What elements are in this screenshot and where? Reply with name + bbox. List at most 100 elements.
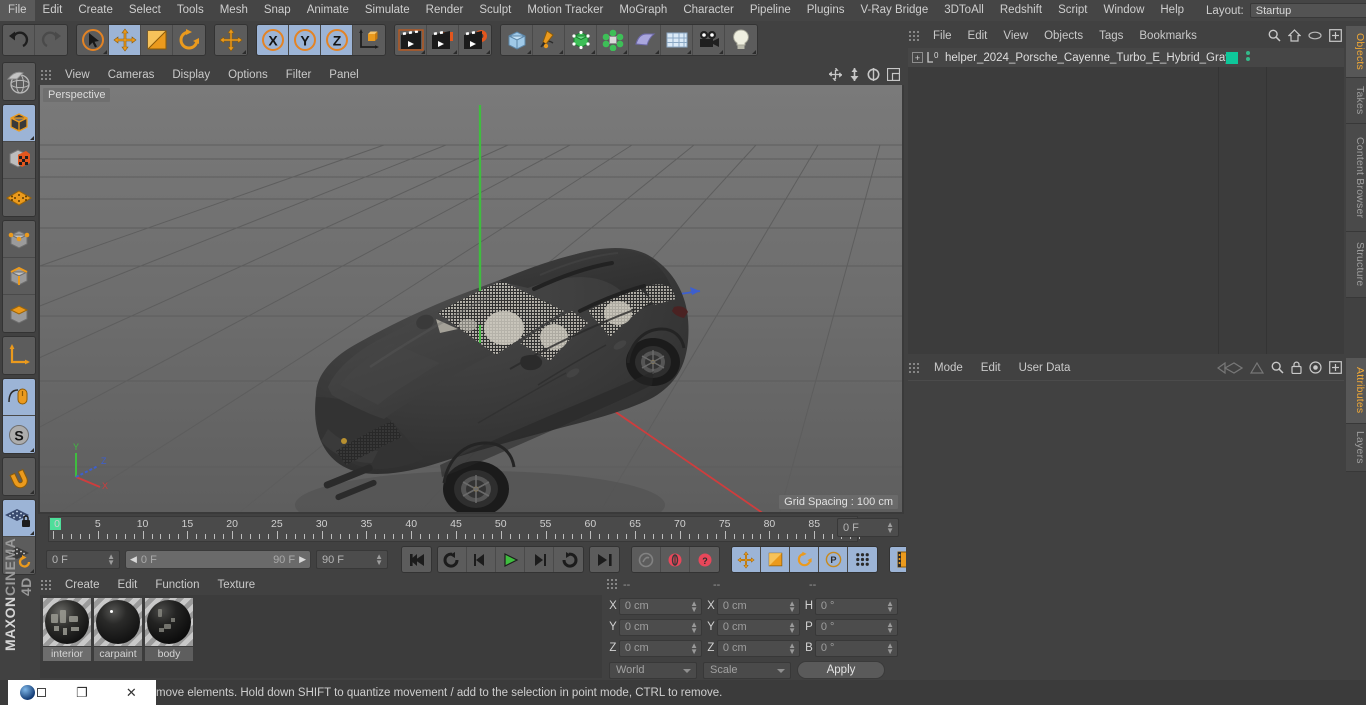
lock-y-axis[interactable]: Y — [289, 25, 321, 55]
menu-item-script[interactable]: Script — [1050, 0, 1095, 21]
coordinate-system-dropdown[interactable]: World — [609, 662, 697, 679]
rotate-icon[interactable] — [867, 68, 880, 84]
make-editable-button[interactable] — [3, 63, 35, 100]
menu-item-help[interactable]: Help — [1152, 0, 1192, 21]
tab-takes[interactable]: Takes — [1346, 78, 1366, 124]
search-icon[interactable] — [1271, 361, 1284, 377]
object-menu-view[interactable]: View — [995, 26, 1036, 47]
workplane-mode-button[interactable] — [3, 179, 35, 216]
history-back-icon[interactable] — [1217, 362, 1243, 377]
tab-layers[interactable]: Layers — [1346, 424, 1366, 472]
spinner-icon[interactable]: ▲▼ — [690, 643, 698, 655]
object-menu-bookmarks[interactable]: Bookmarks — [1131, 26, 1205, 47]
menu-item-pipeline[interactable]: Pipeline — [742, 0, 799, 21]
snap-settings-button[interactable]: S — [3, 416, 35, 453]
fit-icon[interactable] — [1329, 29, 1342, 45]
material-thumbnail[interactable] — [145, 598, 193, 646]
cube-icon[interactable] — [501, 25, 533, 55]
floor-grid-icon[interactable] — [661, 25, 693, 55]
range-right-arrow-icon[interactable]: ▶ — [299, 554, 306, 565]
position-z-field[interactable]: 0 cm▲▼ — [619, 640, 702, 657]
menu-item-render[interactable]: Render — [418, 0, 472, 21]
lightbulb-icon[interactable] — [725, 25, 757, 55]
go-to-end-button[interactable] — [590, 547, 619, 572]
spinner-icon[interactable]: ▲▼ — [788, 601, 796, 613]
object-menu-tags[interactable]: Tags — [1091, 26, 1131, 47]
tab-content-browser[interactable]: Content Browser — [1346, 124, 1366, 232]
history-forward-icon[interactable] — [1250, 362, 1264, 377]
material-menu-create[interactable]: Create — [56, 576, 109, 594]
position-x-field[interactable]: 0 cm▲▼ — [619, 598, 702, 615]
camera-icon[interactable] — [693, 25, 725, 55]
rotation-h-field[interactable]: 0 °▲▼ — [815, 598, 898, 615]
menu-item-tools[interactable]: Tools — [169, 0, 212, 21]
green-cube-icon[interactable] — [565, 25, 597, 55]
render-to-picture-viewer-button[interactable] — [427, 25, 459, 55]
viewport-menu-view[interactable]: View — [56, 66, 99, 85]
attribute-menu-edit[interactable]: Edit — [972, 358, 1010, 379]
object-menu-file[interactable]: File — [925, 26, 960, 47]
record-position-button[interactable] — [732, 547, 761, 572]
pen-spline-icon[interactable] — [533, 25, 565, 55]
spinner-icon[interactable]: ▲▼ — [886, 622, 894, 634]
material-menu-function[interactable]: Function — [146, 576, 208, 594]
maximize-icon[interactable] — [887, 68, 900, 84]
axis-mode-button[interactable] — [3, 337, 35, 374]
panel-grip-icon[interactable] — [41, 70, 52, 81]
dolly-icon[interactable] — [849, 68, 860, 84]
bend-deformer-icon[interactable] — [629, 25, 661, 55]
spinner-icon[interactable]: ▲▼ — [788, 643, 796, 655]
menu-item-character[interactable]: Character — [675, 0, 742, 21]
eye-icon[interactable] — [1308, 31, 1322, 43]
lock-z-axis[interactable]: Z — [321, 25, 353, 55]
panel-grip-icon[interactable] — [909, 31, 921, 42]
timeline-range-slider[interactable]: ◀ 0 F 90 F ▶ — [125, 550, 311, 569]
spinner-icon[interactable]: ▲▼ — [788, 622, 796, 634]
rotate-tool[interactable] — [173, 25, 205, 55]
polygons-mode-button[interactable] — [3, 295, 35, 332]
menu-item-file[interactable]: File — [0, 0, 35, 21]
viewport-menu-panel[interactable]: Panel — [320, 66, 367, 85]
transform-mode-dropdown[interactable]: Scale — [703, 662, 791, 679]
cluster-icon[interactable] — [597, 25, 629, 55]
texture-mode-button[interactable] — [3, 142, 35, 179]
expand-toggle-icon[interactable]: + — [912, 52, 923, 63]
play-button[interactable] — [496, 547, 525, 572]
menu-item-create[interactable]: Create — [70, 0, 121, 21]
panel-grip-icon[interactable] — [607, 579, 620, 590]
material-list[interactable]: interior carpaint — [40, 595, 602, 678]
menu-item-edit[interactable]: Edit — [35, 0, 71, 21]
menu-item-mesh[interactable]: Mesh — [212, 0, 256, 21]
enable-snapping-button[interactable] — [3, 379, 35, 416]
preview-end-field[interactable]: 90 F ▲▼ — [316, 550, 388, 569]
fit-icon[interactable] — [1329, 361, 1342, 377]
menu-item-animate[interactable]: Animate — [299, 0, 357, 21]
size-x-field[interactable]: 0 cm▲▼ — [717, 598, 800, 615]
object-color-swatch[interactable] — [1226, 52, 1238, 64]
go-to-start-button[interactable] — [402, 547, 431, 572]
menu-item-mograph[interactable]: MoGraph — [611, 0, 675, 21]
size-z-field[interactable]: 0 cm▲▼ — [717, 640, 800, 657]
close-button[interactable]: ✕ — [107, 685, 156, 701]
app-orb-icon[interactable] — [8, 685, 57, 700]
move-duplicate-tool[interactable] — [215, 25, 247, 55]
step-back-button[interactable] — [467, 547, 496, 572]
record-scale-button[interactable] — [761, 547, 790, 572]
points-mode-button[interactable] — [3, 221, 35, 258]
spinner-icon[interactable]: ▲▼ — [375, 554, 383, 566]
range-left-arrow-icon[interactable]: ◀ — [130, 554, 137, 565]
object-menu-objects[interactable]: Objects — [1036, 26, 1091, 47]
undo-button[interactable] — [3, 25, 35, 55]
tab-objects[interactable]: Objects — [1346, 26, 1366, 78]
timeline-ruler[interactable]: 051015202530354045505560657075808590 — [48, 516, 858, 542]
menu-item-3dtoall[interactable]: 3DToAll — [936, 0, 992, 21]
object-tree[interactable]: + 0 helper_2024_Porsche_Cayenne_Turbo_E_… — [908, 48, 1344, 354]
search-icon[interactable] — [1268, 29, 1281, 45]
live-selection-tool[interactable] — [77, 25, 109, 55]
attribute-menu-user-data[interactable]: User Data — [1010, 358, 1080, 379]
record-point-level-animation-button[interactable] — [848, 547, 877, 572]
layout-dropdown[interactable]: Startup — [1250, 3, 1366, 18]
lock-x-axis[interactable]: X — [257, 25, 289, 55]
home-icon[interactable] — [1288, 29, 1301, 45]
menu-item-redshift[interactable]: Redshift — [992, 0, 1050, 21]
